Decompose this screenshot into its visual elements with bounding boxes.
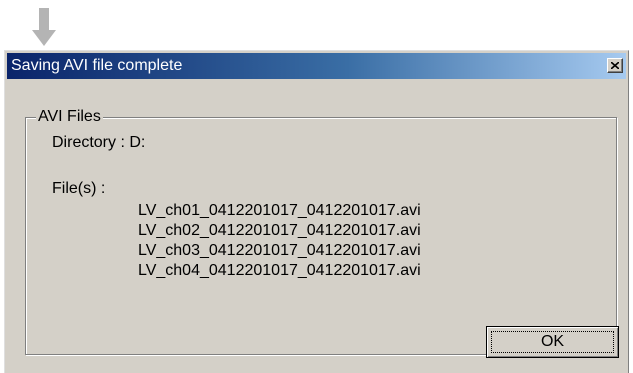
dialog-title: Saving AVI file complete [11,57,183,74]
title-bar[interactable]: Saving AVI file complete [7,53,626,79]
save-complete-dialog: Saving AVI file complete AVI Files Direc… [4,50,629,373]
avi-files-group: AVI Files Directory : D: File(s) : LV_ch… [25,108,617,355]
close-button[interactable] [607,58,623,73]
group-label: AVI Files [36,108,103,126]
file-list-item: LV_ch03_0412201017_0412201017.avi [138,242,421,259]
down-arrow-icon [32,8,56,46]
files-label: File(s) : [52,180,106,197]
ok-button-label: OK [540,333,565,350]
close-x-icon [611,62,619,69]
file-list-item: LV_ch02_0412201017_0412201017.avi [138,222,421,239]
file-list-item: LV_ch04_0412201017_0412201017.avi [138,262,421,279]
directory-label: Directory : D: [52,134,146,151]
ok-button[interactable]: OK [486,326,619,358]
file-list-item: LV_ch01_0412201017_0412201017.avi [138,202,421,219]
